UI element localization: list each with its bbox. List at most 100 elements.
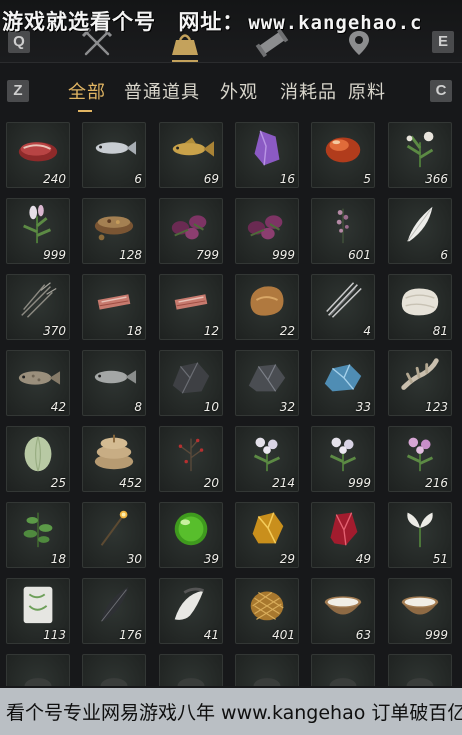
item-quantity: 999 [348,476,371,490]
torch-stick-icon [87,505,141,551]
item-quantity: 39 [203,552,219,566]
dark-flower-stalk-icon [316,201,370,247]
tab-all[interactable]: 全部 [68,78,106,112]
inventory-slot[interactable]: 63 [311,578,375,644]
item-quantity: 6 [440,248,448,262]
inventory-slot[interactable]: 8 [82,350,146,416]
inventory-slot[interactable]: 6 [82,122,146,188]
inventory-slot[interactable]: 41 [159,578,223,644]
inventory-slot[interactable]: 176 [82,578,146,644]
inventory-slot[interactable]: 22 [235,274,299,340]
purple-blossom-icon [164,201,218,247]
red-crystal-icon [316,505,370,551]
key-hint-c[interactable]: C [430,80,452,102]
inventory-slot[interactable] [388,654,452,686]
inventory-slot[interactable] [311,654,375,686]
meat-slices-icon [87,277,141,323]
inventory-slot[interactable]: 999 [388,578,452,644]
milk-bowl-icon [316,581,370,627]
inventory-slot[interactable]: 113 [6,578,70,644]
inventory-slot[interactable]: 999 [235,198,299,264]
inventory-slot[interactable] [82,654,146,686]
unknown-icon [11,657,65,686]
item-quantity: 18 [126,324,142,338]
unknown-icon [240,657,294,686]
inventory-slot[interactable]: 69 [159,122,223,188]
watermark-top-url: www.kangehao.c [248,12,423,34]
item-quantity: 999 [43,248,66,262]
item-quantity: 32 [279,400,295,414]
inventory-slot[interactable]: 42 [6,350,70,416]
inventory-slot[interactable] [235,654,299,686]
woven-gold-icon [240,581,294,627]
inventory-slot[interactable]: 370 [6,274,70,340]
pink-flower-herb-icon [11,201,65,247]
inventory-slot[interactable]: 214 [235,426,299,492]
item-quantity: 8 [134,400,142,414]
inventory-slot[interactable]: 51 [388,502,452,568]
white-flower-herb-icon [393,125,447,171]
unknown-icon [393,657,447,686]
tab-appearance[interactable]: 外观 [220,78,258,104]
white-lily-icon [393,505,447,551]
dark-ore-icon [240,353,294,399]
item-quantity: 370 [43,324,66,338]
inventory-slot[interactable]: 30 [82,502,146,568]
inventory-slot[interactable] [6,654,70,686]
inventory-slot[interactable]: 33 [311,350,375,416]
item-quantity: 5 [363,172,371,186]
item-quantity: 601 [348,248,371,262]
white-fur-icon [393,277,447,323]
item-quantity: 113 [43,628,66,642]
inventory-slot[interactable]: 452 [82,426,146,492]
grouper-fish-icon [11,353,65,399]
inventory-slot[interactable]: 999 [6,198,70,264]
inventory-slot[interactable]: 123 [388,350,452,416]
inventory-slot[interactable]: 240 [6,122,70,188]
black-feather-icon [87,581,141,627]
watermark-top: 游戏就选看个号 网址： www.kangehao.c [2,6,422,36]
inventory-slot[interactable]: 81 [388,274,452,340]
inventory-slot[interactable]: 16 [235,122,299,188]
inventory-grid: 240 6 69 16 5 366 999 128 799 999 601 6 370 18 12 22 4 81… [0,122,462,686]
tab-consumables[interactable]: 消耗品 [280,78,337,104]
tab-materials[interactable]: 原料 [348,78,386,104]
item-quantity: 401 [272,628,295,642]
inventory-slot[interactable]: 39 [159,502,223,568]
golden-carp-icon [164,125,218,171]
inventory-slot[interactable]: 799 [159,198,223,264]
bone-icon [393,353,447,399]
key-hint-z[interactable]: Z [7,80,29,102]
item-quantity: 41 [203,628,219,642]
silver-fish-icon [87,125,141,171]
inventory-slot[interactable]: 25 [6,426,70,492]
inventory-slot[interactable]: 6 [388,198,452,264]
inventory-slot[interactable]: 18 [6,502,70,568]
inventory-slot[interactable] [159,654,223,686]
item-quantity: 366 [425,172,448,186]
inventory-slot[interactable]: 10 [159,350,223,416]
grey-fish-icon [87,353,141,399]
inventory-slot[interactable]: 216 [388,426,452,492]
inventory-slot[interactable]: 20 [159,426,223,492]
tab-common-items[interactable]: 普通道具 [124,78,200,104]
inventory-slot[interactable]: 401 [235,578,299,644]
inventory-slot[interactable]: 12 [159,274,223,340]
inventory-slot[interactable]: 18 [82,274,146,340]
inventory-slot[interactable]: 366 [388,122,452,188]
inventory-slot[interactable]: 601 [311,198,375,264]
raw-meat-icon [11,125,65,171]
item-quantity: 29 [279,552,295,566]
inventory-slot[interactable]: 32 [235,350,299,416]
item-quantity: 16 [279,172,295,186]
inventory-slot[interactable]: 999 [311,426,375,492]
purple-blossom-icon [240,201,294,247]
inventory-slot[interactable]: 5 [311,122,375,188]
inventory-slot[interactable]: 29 [235,502,299,568]
melon-icon [11,429,65,475]
inventory-slot[interactable]: 4 [311,274,375,340]
key-hint-e[interactable]: E [432,31,454,53]
inventory-slot[interactable]: 49 [311,502,375,568]
item-quantity: 999 [272,248,295,262]
inventory-slot[interactable]: 128 [82,198,146,264]
